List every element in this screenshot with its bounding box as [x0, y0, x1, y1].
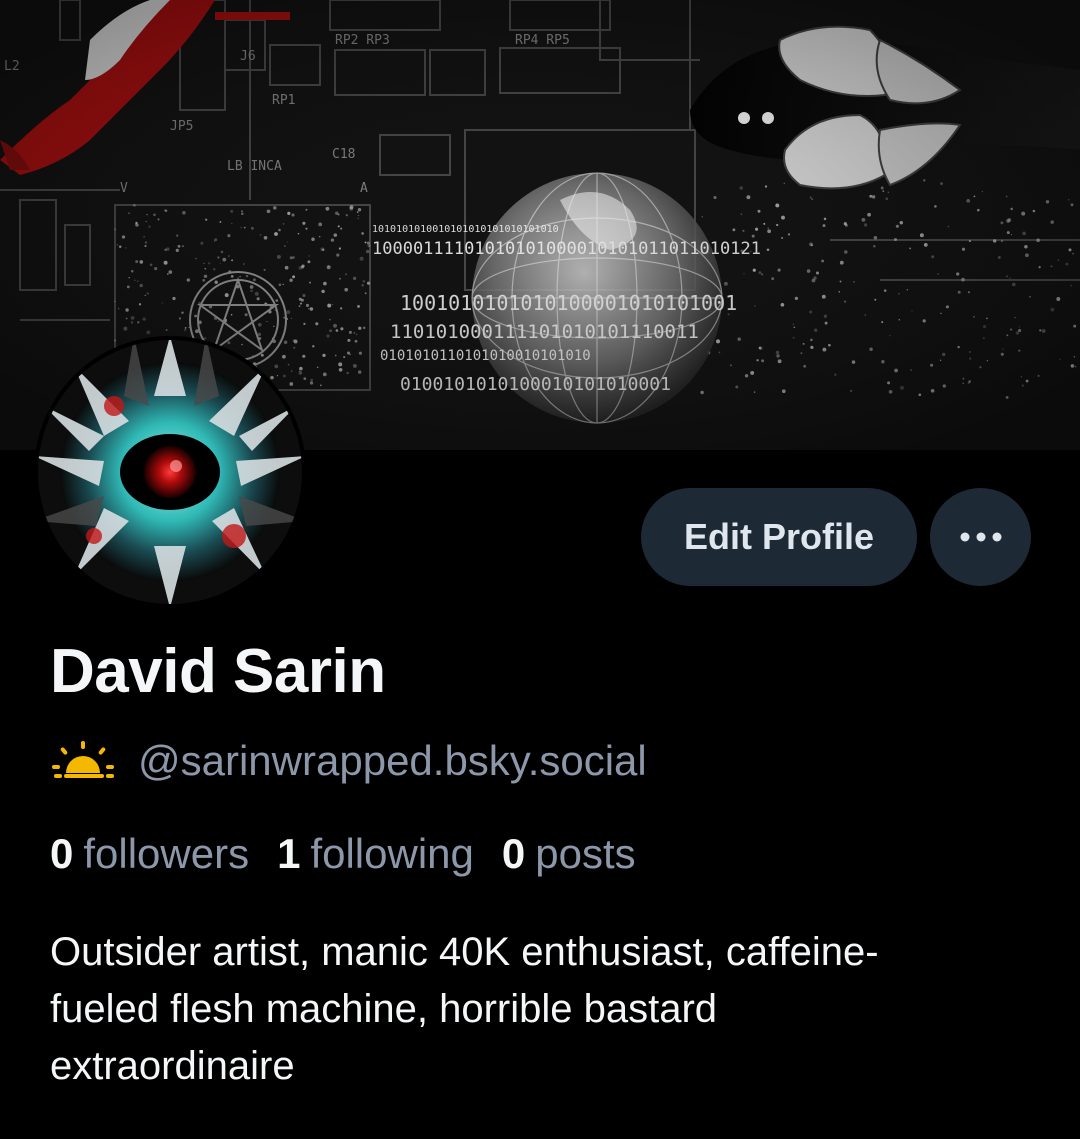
posts-label: posts — [535, 830, 636, 877]
following-label: following — [310, 830, 474, 877]
followers-count: 0 — [50, 830, 74, 877]
posts-count: 0 — [501, 830, 526, 877]
posts-stat: 0 posts — [502, 830, 636, 878]
handle-row: @sarinwrapped.bsky.social — [50, 736, 647, 786]
following-stat[interactable]: 1 following — [277, 830, 474, 878]
edit-profile-button[interactable]: Edit Profile — [641, 488, 917, 586]
followers-stat[interactable]: 0 followers — [50, 830, 249, 878]
following-count: 1 — [277, 830, 301, 877]
profile-page: RP2 RP3 RP4 RP5 RP1 JP5 J6 C18 LB INCA V… — [0, 0, 1080, 1139]
ellipsis-icon — [960, 532, 1001, 542]
profile-stats: 0 followers 1 following 0 posts — [50, 830, 664, 878]
handle-text[interactable]: @sarinwrapped.bsky.social — [138, 737, 647, 785]
profile-bio: Outsider artist, manic 40K enthusiast, c… — [50, 930, 879, 1088]
more-options-button[interactable] — [930, 488, 1031, 586]
profile-avatar[interactable] — [34, 336, 306, 608]
followers-label: followers — [83, 830, 250, 877]
sun-behind-cloud-icon — [52, 741, 114, 778]
display-name: David Sarin — [50, 637, 386, 706]
edit-profile-label: Edit Profile — [683, 516, 875, 557]
avatar-image — [34, 336, 306, 608]
